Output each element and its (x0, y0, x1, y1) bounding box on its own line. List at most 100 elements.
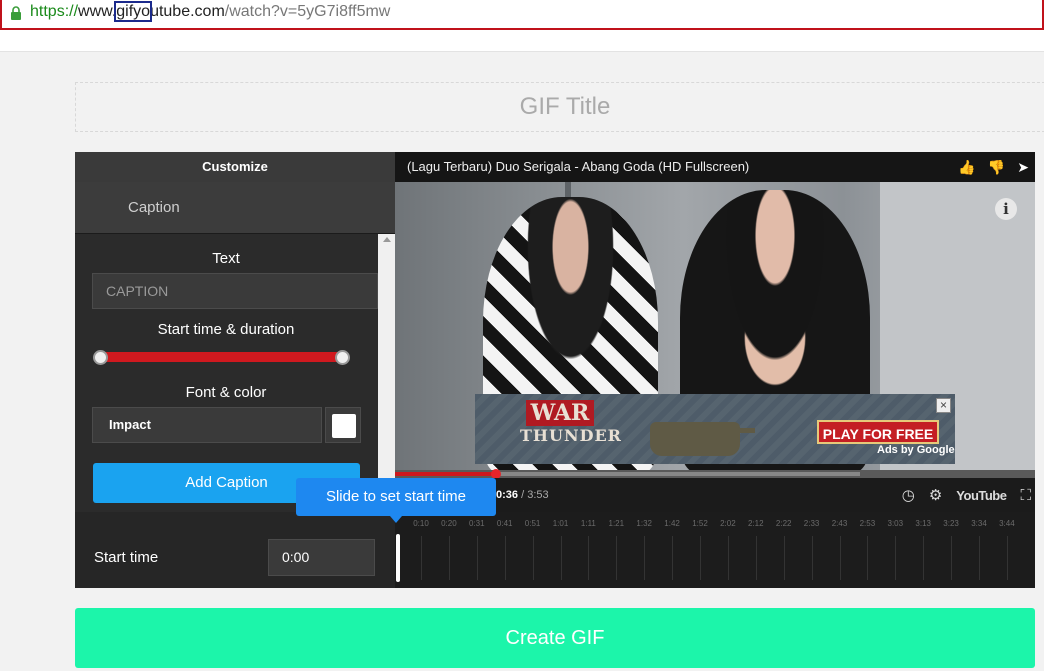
color-picker[interactable] (325, 407, 361, 443)
timeline-tick-label: 1:11 (580, 519, 596, 528)
scroll-up-icon[interactable] (383, 237, 391, 242)
timeline-tick-label: 2:53 (859, 519, 876, 528)
video-progress-bar[interactable] (395, 469, 1035, 479)
timeline-frame-line (839, 536, 841, 580)
timeline-frame-line (476, 536, 478, 580)
video-actions: 👍 👎 ➤ (958, 159, 1029, 175)
timeline-tick-label: 1:32 (636, 519, 652, 528)
url-prefix: www. (78, 3, 117, 20)
timeline-tick-label: 2:33 (803, 519, 820, 528)
settings-gear-icon[interactable]: ⚙ (929, 486, 942, 504)
timeline-tick-label: 2:43 (831, 519, 848, 528)
timeline-tick-label: 0:31 (469, 519, 485, 528)
timeline-tick-label: 1:01 (552, 519, 569, 528)
timeline-frame-line (755, 536, 757, 580)
tab-caption[interactable]: Caption (75, 182, 395, 234)
timeline-tick-label: 3:03 (887, 519, 904, 528)
timeline-tick-label: 0:51 (524, 519, 541, 528)
ad-brand-bottom: THUNDER (520, 426, 622, 445)
toolbar-shade (0, 30, 1044, 52)
youtube-logo[interactable]: YouTube (956, 488, 1007, 503)
range-start-handle[interactable] (93, 350, 108, 365)
control-icons: ◷ ⚙ YouTube ⛶ (902, 486, 1031, 505)
video-player[interactable]: (Lagu Terbaru) Duo Serigala - Abang Goda… (395, 152, 1035, 512)
dislike-icon[interactable]: 👎 (988, 159, 1005, 175)
timeline-frame-line (504, 536, 506, 580)
timeline-frame-line (727, 536, 729, 580)
font-color-label: Font & color (185, 384, 267, 401)
watch-later-icon[interactable]: ◷ (902, 486, 915, 504)
duration: 3:53 (527, 489, 549, 501)
timeline-tick-label: 0:10 (413, 519, 429, 528)
timeline-frame-line (867, 536, 869, 580)
panel-scrollbar[interactable] (378, 234, 395, 512)
ad-banner[interactable]: WAR THUNDER PLAY FOR FREE Ads by Google … (475, 394, 955, 464)
timeline-frame-line (951, 536, 953, 580)
timeline-frame-line (1006, 536, 1008, 580)
ad-play-button[interactable]: PLAY FOR FREE (817, 420, 939, 444)
fullscreen-icon[interactable]: ⛶ (1020, 487, 1031, 504)
timeline-frame-line (644, 536, 646, 580)
address-bar[interactable]: https://www.gifyoutube.com/watch?v=5yG7i… (0, 0, 1044, 30)
video-title[interactable]: (Lagu Terbaru) Duo Serigala - Abang Goda… (407, 159, 749, 174)
timeline-frame-line (421, 536, 422, 580)
range-end-handle[interactable] (335, 350, 350, 365)
timeline-frame-line (783, 536, 785, 580)
timeline-tick-label: 1:42 (664, 519, 680, 528)
timeline-frame-line (532, 536, 534, 580)
timeline-tick-label: 3:34 (971, 519, 987, 528)
url-highlight: gifyo (114, 1, 153, 22)
create-gif-button[interactable]: Create GIF (75, 608, 1035, 668)
timeline-frame-line (588, 536, 590, 580)
customize-header: Customize (75, 152, 395, 182)
video-title-bar: (Lagu Terbaru) Duo Serigala - Abang Goda… (395, 152, 1035, 182)
ad-attribution: Ads by Google (877, 444, 955, 456)
url-protocol: https:// (30, 3, 79, 20)
timeline-frames (415, 536, 1031, 580)
url-path: /watch?v=5yG7i8ff5mw (224, 3, 391, 20)
caption-time-range[interactable] (101, 352, 343, 362)
timing-label: Start time & duration (157, 321, 295, 338)
time-display: 0:36 / 3:53 (496, 489, 549, 501)
timeline-frame-line (560, 536, 562, 580)
gif-title-input[interactable]: GIF Title (75, 82, 1044, 132)
font-select[interactable]: Impact (92, 407, 322, 443)
close-icon[interactable]: × (936, 398, 951, 413)
timeline-frame-line (616, 536, 618, 580)
editor-panel: Customize Caption Text CAPTION Start tim… (75, 152, 1035, 588)
timeline-tick-label: 2:22 (775, 519, 792, 528)
tank-icon (650, 422, 755, 456)
timeline-tick-label: 2:02 (720, 519, 736, 528)
text-label: Text (212, 250, 240, 267)
like-icon[interactable]: 👍 (958, 159, 975, 175)
timeline-frame-line (895, 536, 897, 580)
timeline-ticks: 0:10 0:20 0:31 0:41 0:51 1:01 1:11 1:21 1:32 1:42… (407, 519, 1027, 531)
url-host-rest: utube.com (150, 3, 225, 20)
start-time-label: Start time (94, 549, 159, 566)
progress-played (395, 472, 498, 476)
timeline-tick-label: 2:12 (748, 519, 764, 528)
ad-logo: WAR THUNDER (520, 398, 622, 460)
start-time-input[interactable]: 0:00 (268, 539, 375, 576)
timeline-tick-label: 3:13 (915, 519, 931, 528)
color-swatch (332, 414, 356, 438)
info-icon[interactable]: i (995, 198, 1017, 220)
customize-panel: Customize Caption Text CAPTION Start tim… (75, 152, 395, 512)
caption-input[interactable]: CAPTION (92, 273, 378, 309)
timeline-frame-line (811, 536, 813, 580)
current-time: 0:36 (496, 489, 519, 501)
timeline-tick-label: 1:21 (608, 519, 625, 528)
lock-icon (11, 6, 21, 20)
start-time-row: Start time 0:00 (75, 512, 395, 588)
timeline-tick-label: 3:44 (999, 519, 1015, 528)
share-icon[interactable]: ➤ (1017, 159, 1029, 175)
timeline-tick-label: 3:23 (943, 519, 959, 528)
timeline-frame-line (700, 536, 701, 580)
url-text[interactable]: https://www.gifyoutube.com/watch?v=5yG7i… (30, 1, 391, 22)
slide-tooltip: Slide to set start time (296, 478, 496, 523)
timeline-frame-line (448, 536, 450, 580)
timeline[interactable]: 0:10 0:20 0:31 0:41 0:51 1:01 1:11 1:21 1:32 1:42… (395, 512, 1035, 588)
start-time-slider-handle[interactable] (396, 534, 400, 582)
timeline-tick-label: 0:41 (496, 519, 513, 528)
timeline-frame-line (672, 536, 674, 580)
